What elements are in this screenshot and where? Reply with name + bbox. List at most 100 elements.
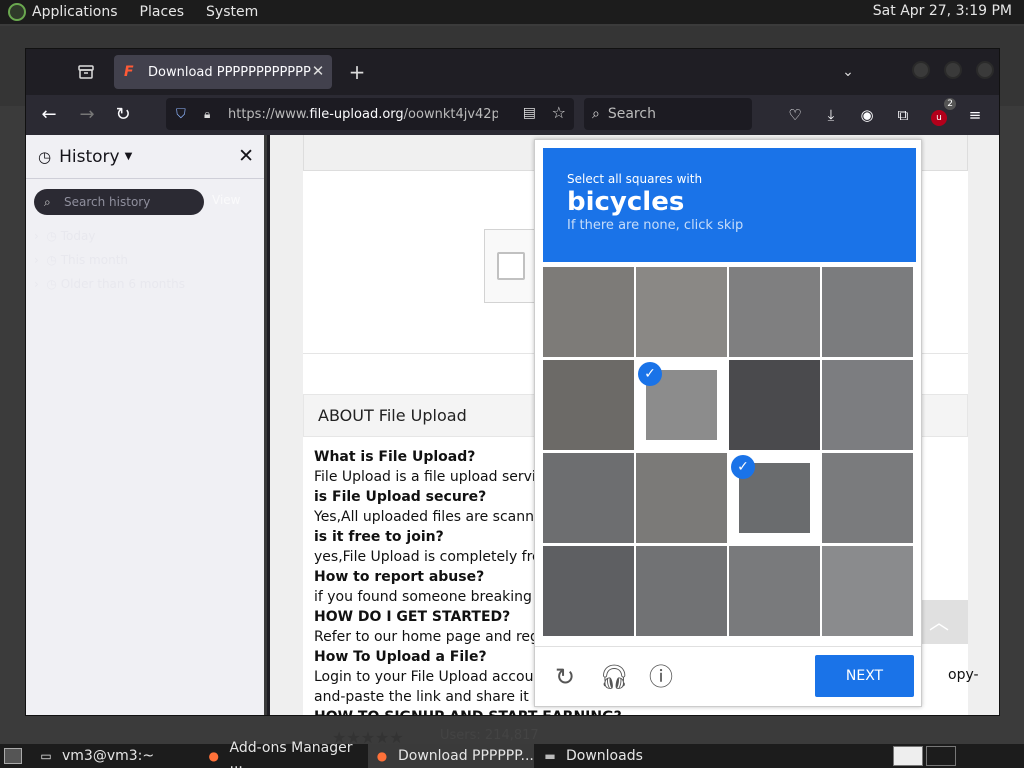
captcha-tile[interactable] — [822, 546, 913, 636]
taskbar-item-label: Add-ons Manager ... — [229, 740, 353, 768]
challenge-header: Select all squares with bicycles If ther… — [543, 148, 916, 262]
firefox-icon: ● — [376, 749, 388, 763]
captcha-tile[interactable] — [636, 546, 727, 636]
captcha-tile[interactable]: ✓ — [729, 453, 820, 543]
challenge-instruction: Select all squares with — [567, 172, 703, 186]
taskbar-item-download[interactable]: ● Download PPPPPP... — [368, 744, 534, 768]
reload-icon[interactable]: ↻ — [110, 102, 136, 128]
taskbar-item-label: Download PPPPPP... — [398, 748, 534, 764]
captcha-tile[interactable] — [822, 453, 913, 543]
taskbar-item-downloads-folder[interactable]: ▬ Downloads — [536, 744, 702, 768]
captcha-tile[interactable] — [636, 453, 727, 543]
new-tab-button[interactable]: + — [344, 59, 370, 85]
recaptcha-challenge: Select all squares with bicycles If ther… — [534, 139, 922, 707]
taskbar-item-terminal[interactable]: ▭ vm3@vm3:~ — [32, 744, 198, 768]
captcha-tile[interactable] — [822, 267, 913, 357]
faq-answer-tail: opy- — [948, 667, 979, 683]
url-path: /oownkt4jv42p — [403, 106, 498, 122]
recaptcha-checkbox[interactable] — [497, 252, 525, 280]
sidebar-title[interactable]: History — [59, 147, 119, 167]
captcha-tile[interactable] — [729, 267, 820, 357]
close-window-button[interactable] — [976, 61, 994, 79]
captcha-tile[interactable] — [543, 546, 634, 636]
search-icon: ⌕ — [44, 195, 51, 209]
url-text[interactable]: https://www.file-upload.org/oownkt4jv42p — [228, 107, 498, 122]
top-panel: Applications Places System Sat Apr 27, 3… — [0, 0, 1024, 24]
forward-arrow-icon[interactable]: → — [74, 102, 100, 128]
captcha-tile[interactable] — [729, 360, 820, 450]
search-icon: ⌕ — [592, 106, 600, 122]
ublock-extension-icon[interactable]: u2 — [926, 98, 956, 128]
sidebar-header: ◷ History ▼ ✕ — [26, 135, 264, 179]
captcha-tile[interactable] — [543, 453, 634, 543]
history-search-placeholder: Search history — [64, 195, 151, 209]
captcha-tile[interactable]: ✓ — [636, 360, 727, 450]
back-arrow-icon[interactable]: ← — [36, 102, 62, 128]
tab-bar: F Download PPPPPPPPPPPPP ✕ + ⌄ — [26, 49, 999, 95]
history-group-label: Today — [60, 229, 96, 243]
applications-menu[interactable]: Applications — [32, 4, 118, 20]
url-domain: file-upload.org — [309, 106, 404, 122]
captcha-tile[interactable] — [636, 267, 727, 357]
history-group-label: Older than 6 months — [60, 277, 185, 291]
sidebar-close-icon[interactable]: ✕ — [238, 145, 254, 167]
captcha-tile[interactable] — [822, 360, 913, 450]
downloads-icon[interactable]: ⤓ — [818, 102, 844, 128]
firefox-view-button[interactable] — [72, 59, 100, 85]
navigation-toolbar: ← → ↻ ⛉ 🔒︎ https://www.file-upload.org/o… — [26, 95, 999, 135]
workspace-1[interactable] — [893, 746, 923, 766]
taskbar-item-addons[interactable]: ● Add-ons Manager ... — [200, 740, 366, 768]
workspace-2[interactable] — [926, 746, 956, 766]
search-bar[interactable]: ⌕ Search — [584, 98, 752, 130]
search-placeholder: Search — [607, 106, 656, 122]
checkmark-icon: ✓ — [638, 362, 662, 386]
captcha-tile[interactable] — [729, 546, 820, 636]
minimize-button[interactable] — [912, 61, 930, 79]
terminal-icon: ▭ — [40, 749, 52, 763]
tracking-protection-shield-icon[interactable]: ⛉ — [176, 107, 194, 122]
page-margin-right — [968, 135, 999, 715]
checkmark-icon: ✓ — [731, 455, 755, 479]
challenge-image-grid: ✓ ✓ — [543, 267, 915, 637]
maximize-button[interactable] — [944, 61, 962, 79]
challenge-skip-hint: If there are none, click skip — [567, 218, 744, 233]
extensions-puzzle-icon[interactable]: ⧉ — [890, 102, 916, 128]
tab-close-icon[interactable]: ✕ — [310, 63, 326, 79]
history-sidebar: ◷ History ▼ ✕ ⌕ Search history View › ◷ … — [26, 135, 267, 715]
system-menu[interactable]: System — [206, 4, 258, 20]
firefox-view-icon — [78, 65, 94, 79]
bottom-taskbar: ▭ vm3@vm3:~ ● Add-ons Manager ... ● Down… — [0, 740, 1024, 768]
tab-download[interactable]: F Download PPPPPPPPPPPPP ✕ — [114, 55, 332, 89]
bookmark-star-icon[interactable]: ☆ — [552, 103, 566, 122]
history-group-this-month[interactable]: › ◷ This month — [34, 253, 128, 267]
places-menu[interactable]: Places — [140, 4, 185, 20]
folder-icon: ▬ — [544, 749, 556, 763]
panel-clock[interactable]: Sat Apr 27, 3:19 PM — [873, 3, 1012, 19]
show-desktop-icon[interactable] — [4, 748, 22, 764]
info-icon[interactable]: ⓘ — [647, 663, 675, 691]
reader-view-icon[interactable]: ▤ — [523, 105, 536, 121]
taskbar-item-label: Downloads — [566, 748, 643, 764]
reload-challenge-icon[interactable]: ↻ — [551, 663, 579, 691]
history-search-input[interactable]: ⌕ Search history — [34, 189, 204, 215]
captcha-tile[interactable] — [543, 267, 634, 357]
url-bar[interactable]: ⛉ 🔒︎ https://www.file-upload.org/oownkt4… — [166, 98, 574, 130]
file-upload-favicon-icon: F — [124, 64, 134, 80]
history-group-label: This month — [60, 253, 129, 267]
list-all-tabs-chevron-icon[interactable]: ⌄ — [836, 59, 860, 85]
history-group-today[interactable]: › ◷ Today — [34, 229, 95, 243]
history-clock-icon: ◷ — [38, 147, 52, 166]
hamburger-menu-icon[interactable]: ≡ — [962, 102, 988, 128]
next-button[interactable]: NEXT — [815, 655, 914, 697]
chevron-down-icon[interactable]: ▼ — [125, 151, 133, 162]
audio-challenge-headphones-icon[interactable]: 🎧︎ — [599, 663, 629, 691]
faq-question: HOW TO SIGNUP AND START EARNING? — [314, 707, 964, 715]
pocket-icon[interactable]: ♡ — [782, 102, 808, 128]
distro-logo-icon[interactable] — [8, 3, 26, 21]
lock-icon[interactable]: 🔒︎ — [204, 107, 218, 122]
challenge-footer: ↻ 🎧︎ ⓘ NEXT — [535, 646, 921, 706]
captcha-tile[interactable] — [543, 360, 634, 450]
view-dropdown-button[interactable]: View — [212, 193, 240, 207]
history-group-older[interactable]: › ◷ Older than 6 months — [34, 277, 185, 291]
account-icon[interactable]: ◉ — [854, 102, 880, 128]
